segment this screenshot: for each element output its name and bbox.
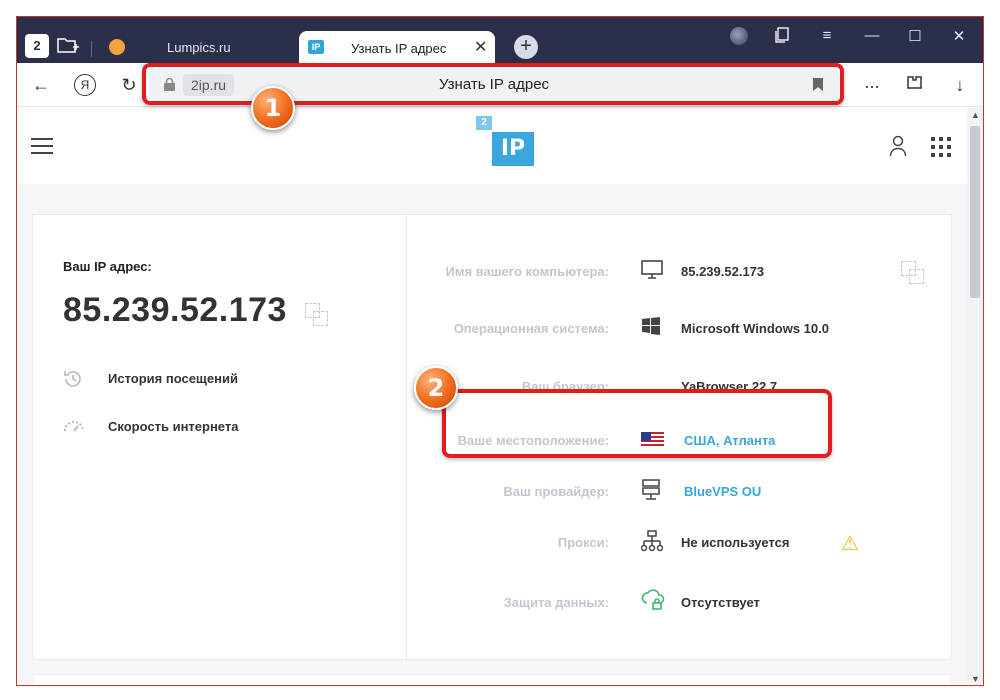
browser-window: 2 Lumpics.ru IP Узнать IP адрес ✕ + ≡ — … — [16, 16, 984, 686]
provider-value[interactable]: BlueVPS OU — [684, 484, 761, 499]
computer-name-label: Имя вашего компьютера: — [445, 264, 609, 279]
ip-favicon-icon: IP — [308, 40, 324, 54]
user-icon[interactable] — [889, 135, 907, 157]
downloads-button[interactable]: ↓ — [948, 73, 972, 97]
profile-avatar[interactable] — [730, 27, 748, 45]
os-value: Microsoft Windows 10.0 — [681, 321, 829, 336]
tab-label: Lumpics.ru — [167, 40, 231, 55]
ip-label: Ваш IP адрес: — [63, 259, 152, 274]
new-tab-button[interactable]: + — [514, 35, 538, 59]
tab-active-2ip[interactable]: IP Узнать IP адрес ✕ — [299, 31, 495, 63]
tab-close-icon[interactable]: ✕ — [474, 37, 487, 57]
next-section-card — [32, 674, 952, 685]
site-header: 2 IP — [17, 108, 967, 184]
cloud-lock-icon — [641, 589, 665, 611]
back-button[interactable]: ← — [29, 73, 53, 97]
provider-label: Ваш провайдер: — [503, 484, 609, 499]
scroll-up-arrow-icon[interactable]: ▲ — [971, 110, 980, 120]
yandex-button[interactable]: Я — [74, 74, 96, 96]
annotation-box-location — [442, 389, 832, 458]
logo-superscript: 2 — [476, 116, 492, 130]
scroll-thumb[interactable] — [970, 126, 980, 298]
computer-name-value: 85.239.52.173 — [681, 264, 765, 279]
lumpics-favicon-icon — [109, 39, 125, 55]
new-tab-folder-icon[interactable] — [57, 36, 79, 59]
server-icon — [641, 479, 663, 501]
warning-icon[interactable]: ⚠ — [841, 531, 863, 555]
tab-label: Узнать IP адрес — [351, 41, 447, 56]
minimize-button[interactable]: — — [860, 27, 884, 44]
proxy-value: Не используется — [681, 535, 790, 550]
close-window-button[interactable]: ✕ — [947, 27, 971, 45]
vertical-scrollbar[interactable]: ▲ ▼ — [967, 108, 983, 685]
annotation-badge-2: 2 — [414, 366, 458, 410]
tab-lumpics[interactable]: Lumpics.ru — [101, 31, 296, 63]
annotation-box-address-bar — [142, 63, 844, 105]
history-link-label: История посещений — [108, 371, 238, 386]
collections-icon[interactable] — [771, 27, 795, 47]
apps-grid-icon[interactable] — [931, 137, 951, 157]
copy-computer-name-icon[interactable] — [901, 261, 925, 285]
extensions-icon[interactable] — [903, 73, 927, 97]
network-icon — [640, 530, 664, 552]
site-logo[interactable]: IP — [492, 132, 534, 166]
data-protection-value: Отсутствует — [681, 595, 760, 610]
history-icon — [63, 369, 83, 389]
annotation-badge-1: 1 — [251, 86, 295, 130]
reload-button[interactable]: ↻ — [117, 73, 141, 97]
tab-group-badge[interactable]: 2 — [25, 34, 49, 58]
copy-ip-icon[interactable] — [305, 303, 329, 327]
windows-icon — [641, 316, 663, 338]
os-label: Операционная система: — [453, 321, 609, 336]
column-divider — [406, 215, 407, 661]
proxy-label: Прокси: — [557, 535, 609, 550]
hamburger-menu-icon[interactable] — [31, 138, 53, 154]
tab-bar: 2 Lumpics.ru IP Узнать IP адрес ✕ + ≡ — … — [17, 17, 983, 63]
monitor-icon — [641, 259, 663, 281]
data-protection-label: Защита данных: — [503, 595, 609, 610]
tab-separator — [91, 41, 92, 57]
speed-link-label: Скорость интернета — [108, 419, 239, 434]
menu-icon[interactable]: ≡ — [815, 27, 839, 44]
ip-address-value: 85.239.52.173 — [63, 291, 287, 329]
maximize-button[interactable]: ☐ — [903, 27, 927, 45]
speedometer-icon — [63, 417, 84, 437]
more-button[interactable]: ... — [860, 70, 884, 94]
scroll-down-arrow-icon[interactable]: ▼ — [971, 674, 980, 684]
